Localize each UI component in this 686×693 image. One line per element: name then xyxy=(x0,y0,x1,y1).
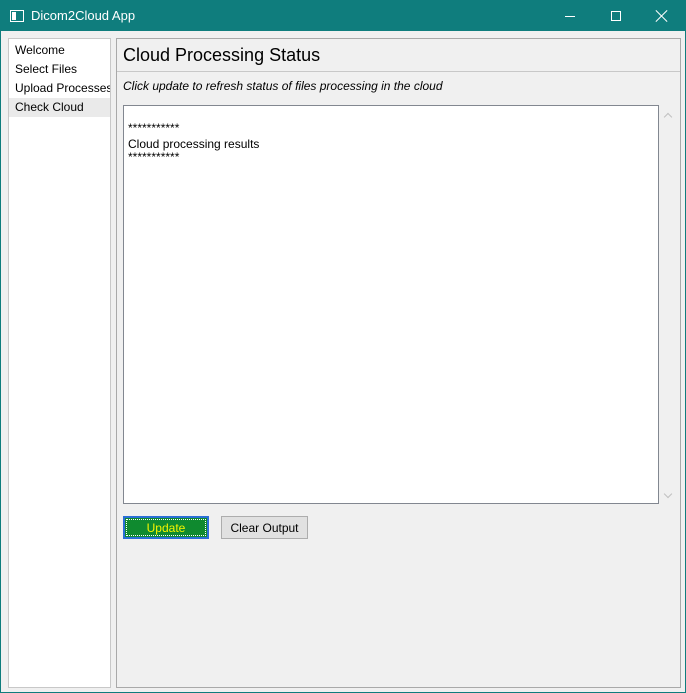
maximize-button[interactable] xyxy=(593,1,639,31)
close-button[interactable] xyxy=(639,1,685,31)
output-textarea[interactable]: *********** Cloud processing results ***… xyxy=(123,105,659,504)
app-window: Dicom2Cloud App Welcome Select Files Upl… xyxy=(0,0,686,693)
app-window-icon xyxy=(10,10,24,22)
sidebar-item-welcome[interactable]: Welcome xyxy=(9,41,110,60)
clear-output-button[interactable]: Clear Output xyxy=(221,516,308,539)
sidebar-item-select-files[interactable]: Select Files xyxy=(9,60,110,79)
page-subtitle: Click update to refresh status of files … xyxy=(123,79,443,93)
output-line: Cloud processing results xyxy=(128,137,260,151)
title-bar[interactable]: Dicom2Cloud App xyxy=(1,1,685,31)
chevron-up-icon[interactable] xyxy=(663,111,673,122)
output-line: *********** xyxy=(128,121,180,135)
minimize-button[interactable] xyxy=(547,1,593,31)
sidebar-item-check-cloud[interactable]: Check Cloud xyxy=(9,98,110,117)
window-title: Dicom2Cloud App xyxy=(31,8,136,23)
output-line: *********** xyxy=(128,150,180,164)
sidebar-item-upload-processes[interactable]: Upload Processes xyxy=(9,79,110,98)
minimize-icon xyxy=(565,15,575,17)
page-title: Cloud Processing Status xyxy=(123,45,321,65)
chevron-down-icon[interactable] xyxy=(663,489,673,500)
update-button[interactable]: Update xyxy=(123,516,209,539)
title-divider xyxy=(117,71,680,72)
maximize-icon xyxy=(611,11,621,21)
output-scrollbar[interactable] xyxy=(660,105,677,504)
sidebar-nav: Welcome Select Files Upload Processes Ch… xyxy=(8,38,111,688)
main-panel: Cloud Processing Status Click update to … xyxy=(116,38,681,688)
close-icon xyxy=(656,10,668,22)
